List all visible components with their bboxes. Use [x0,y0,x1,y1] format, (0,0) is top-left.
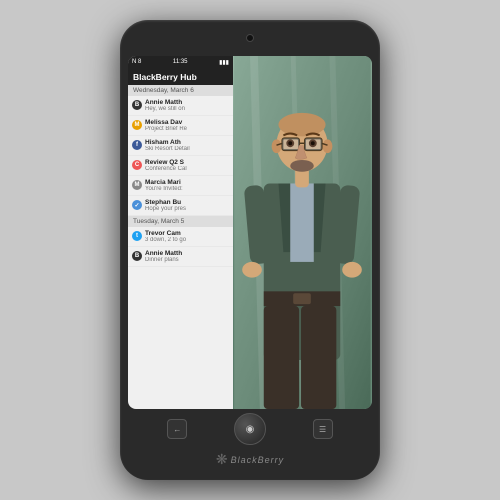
character-photo [233,56,372,409]
phone-nav-buttons: ← ◉ ☰ [128,409,372,449]
signal-indicator: N 8 [132,59,141,65]
msg-preview-6: 3 down, 2 to go [145,237,229,243]
msg-content-1: Melissa Dav Project Brief Re [145,119,229,132]
blackberry-logo-text: BlackBerry [231,455,285,465]
message-item-5[interactable]: ✓ Stephan Bu Hope your pres [128,196,233,216]
phone-device: N 8 11:35 ▮▮▮ BlackBerry Hub Wednesday, … [120,20,380,480]
phone-screen: N 8 11:35 ▮▮▮ BlackBerry Hub Wednesday, … [128,56,372,409]
msg-name-5: Stephan Bu [145,199,229,206]
msg-content-6: Trevor Cam 3 down, 2 to go [145,230,229,243]
bbm-icon-7: B [132,251,142,261]
msg-preview-1: Project Brief Re [145,126,229,132]
msg-name-0: Annie Matth [145,99,229,106]
message-item-2[interactable]: f Hisham Ath Ski Resort Detail [128,136,233,156]
msg-preview-7: Dinner plans [145,257,229,263]
blackberry-logo-symbol: ❋ [216,451,228,468]
msg-content-3: Review Q2 S Conference Cal [145,159,229,172]
msg-preview-4: You're Invited: [145,186,229,192]
check-icon-5: ✓ [132,200,142,210]
message-item-0[interactable]: B Annie Matth Hey, we still on [128,96,233,116]
email-icon-4: M [132,180,142,190]
msg-content-4: Marcia Mari You're Invited: [145,179,229,192]
msg-name-1: Melissa Dav [145,119,229,126]
twitter-icon-6: t [132,231,142,241]
message-item-3[interactable]: C Review Q2 S Conference Cal [128,156,233,176]
hub-title: BlackBerry Hub [133,72,197,82]
clock: 11:35 [173,59,188,65]
battery-indicator: ▮▮▮ [219,59,229,66]
bb-hub-panel: N 8 11:35 ▮▮▮ BlackBerry Hub Wednesday, … [128,56,233,409]
home-button[interactable]: ◉ [234,413,266,445]
msg-preview-3: Conference Cal [145,166,229,172]
brand-logo-bar: ❋ BlackBerry [128,449,372,470]
message-item-4[interactable]: M Marcia Mari You're Invited: [128,176,233,196]
status-bar: N 8 11:35 ▮▮▮ [128,56,233,68]
msg-content-7: Annie Matth Dinner plans [145,250,229,263]
msg-name-4: Marcia Mari [145,179,229,186]
msg-name-2: Hisham Ath [145,139,229,146]
hub-header: BlackBerry Hub [128,68,233,85]
cal-icon-3: C [132,160,142,170]
camera-lens [246,34,254,42]
email-icon-1: M [132,120,142,130]
person-svg [233,56,372,409]
message-item-6[interactable]: t Trevor Cam 3 down, 2 to go [128,227,233,247]
date-header-2: Tuesday, March 5 [128,216,233,227]
msg-preview-0: Hey, we still on [145,106,229,112]
back-button[interactable]: ← [167,419,187,439]
date-header-1: Wednesday, March 6 [128,85,233,96]
msg-content-5: Stephan Bu Hope your pres [145,199,229,212]
message-item-7[interactable]: B Annie Matth Dinner plans [128,247,233,267]
message-item-1[interactable]: M Melissa Dav Project Brief Re [128,116,233,136]
msg-content-2: Hisham Ath Ski Resort Detail [145,139,229,152]
msg-preview-2: Ski Resort Detail [145,146,229,152]
fb-icon-2: f [132,140,142,150]
bbm-icon-0: B [132,100,142,110]
msg-preview-5: Hope your pres [145,206,229,212]
msg-name-7: Annie Matth [145,250,229,257]
msg-name-6: Trevor Cam [145,230,229,237]
msg-name-3: Review Q2 S [145,159,229,166]
menu-button[interactable]: ☰ [313,419,333,439]
msg-content-0: Annie Matth Hey, we still on [145,99,229,112]
